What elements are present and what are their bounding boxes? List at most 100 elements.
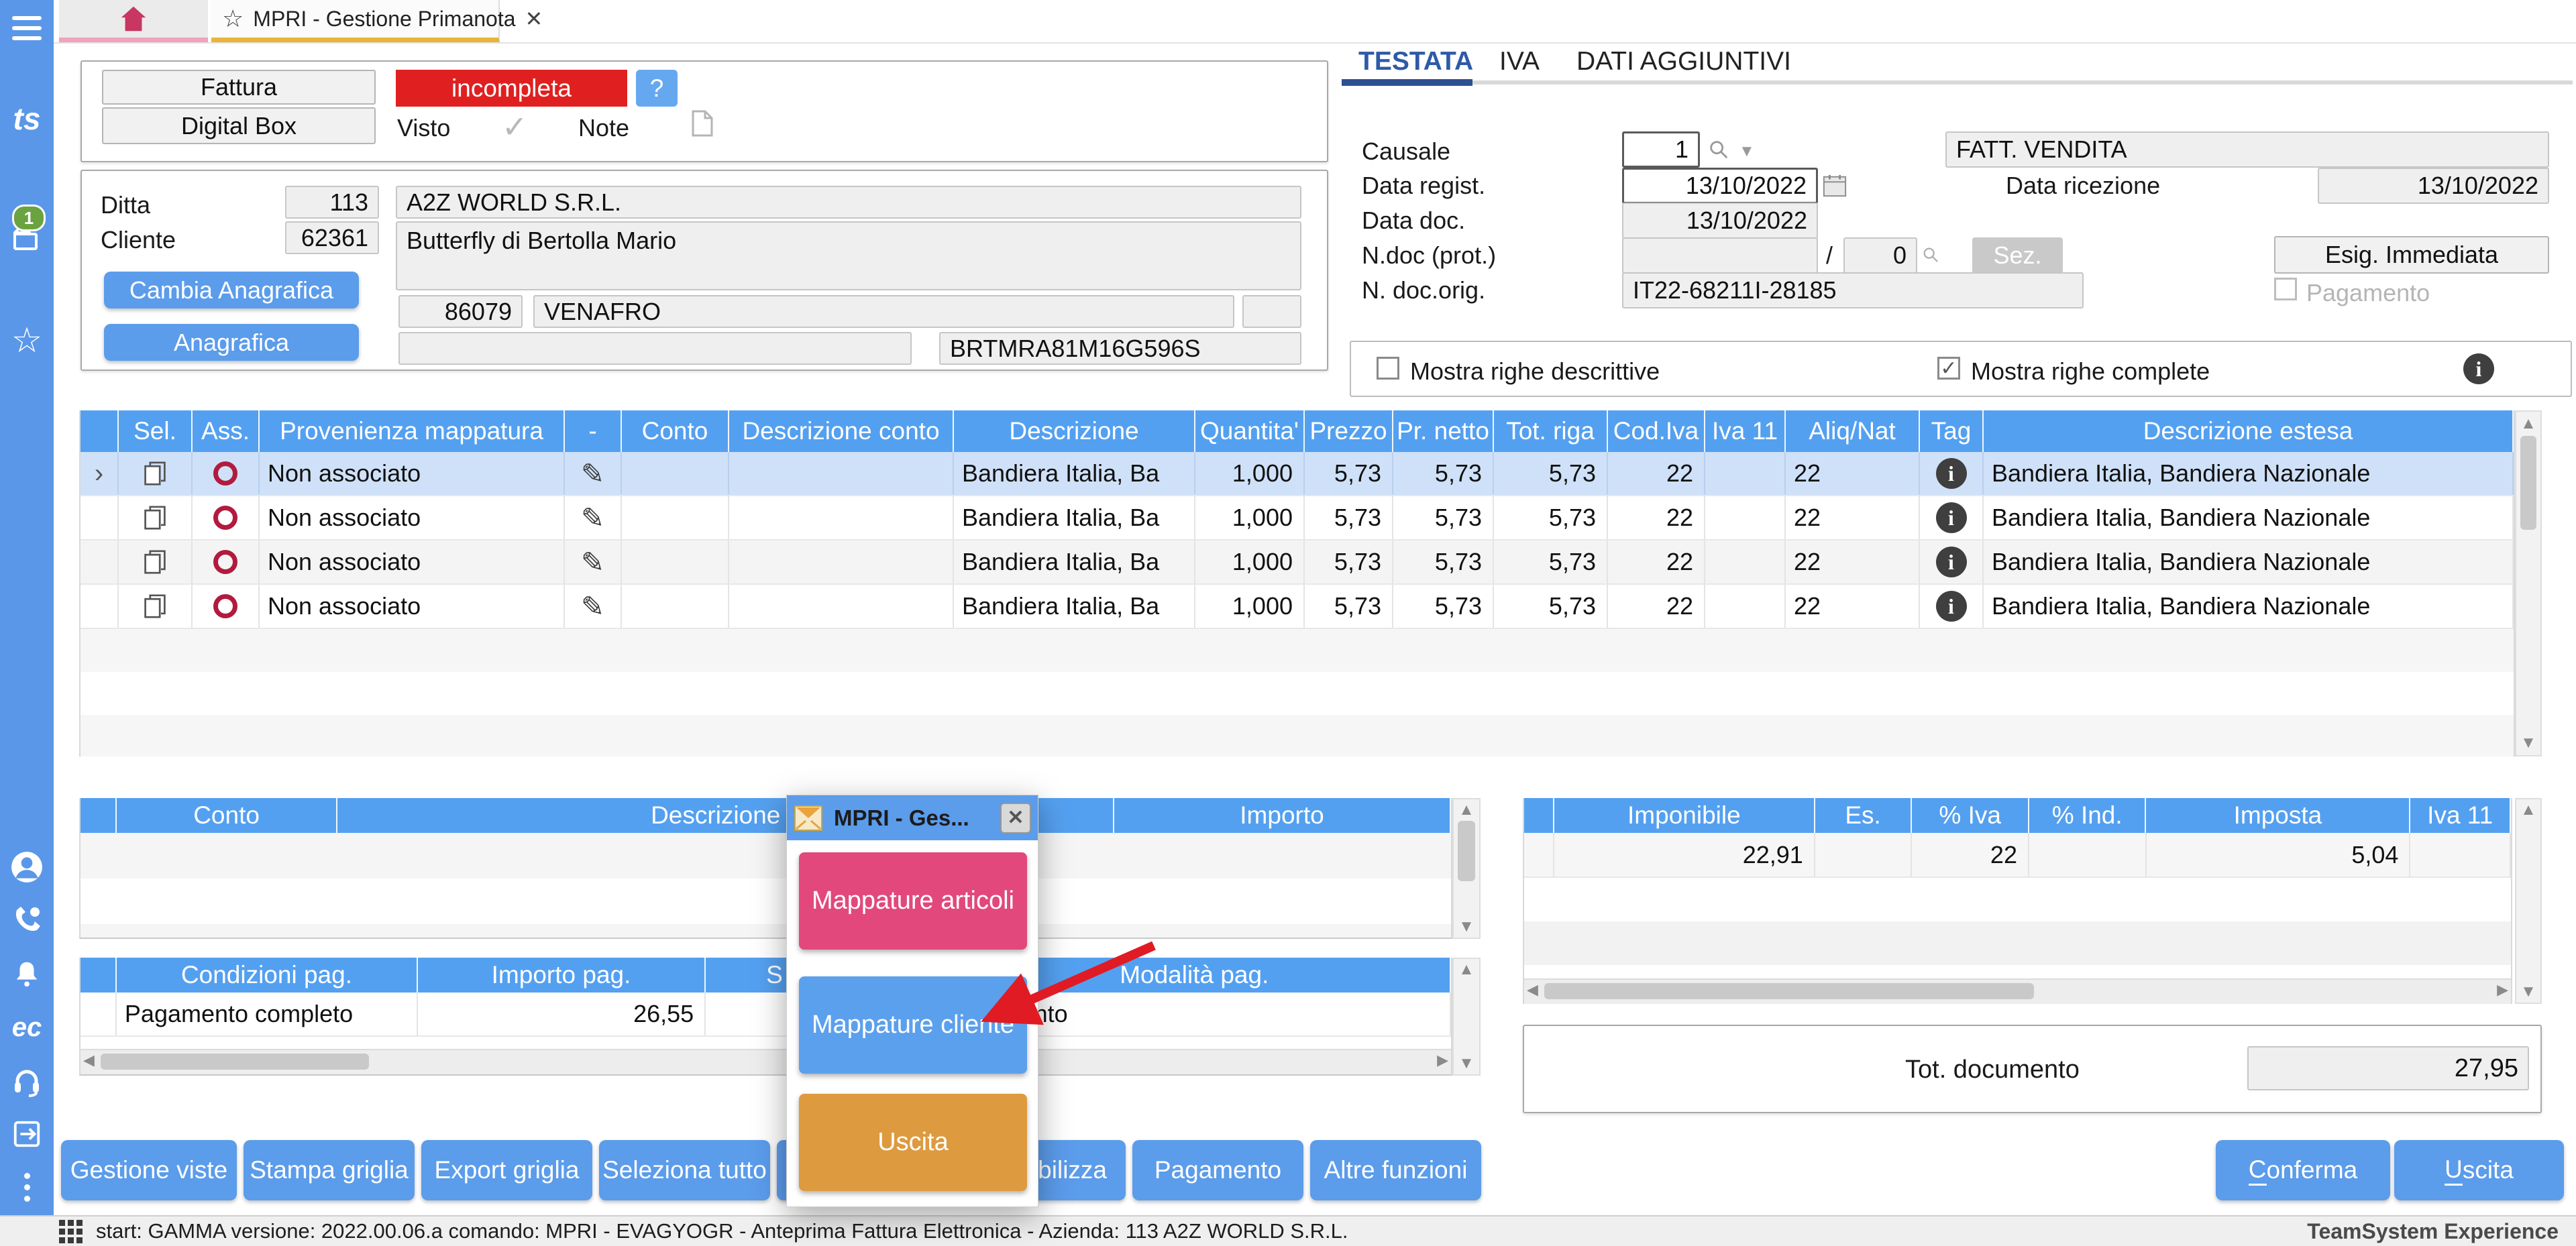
tag-info-icon[interactable]: i [1920, 496, 1984, 539]
causale-dropdown-icon[interactable]: ▼ [1739, 142, 1755, 161]
grid-info-icon[interactable]: i [2463, 353, 2494, 384]
cambia-anagrafica-button[interactable]: Cambia Anagrafica [104, 272, 359, 308]
data-ricezione-field[interactable]: 13/10/2022 [2318, 168, 2549, 204]
causale-search-icon[interactable] [1707, 138, 1730, 164]
support-headset-icon[interactable] [0, 1061, 54, 1101]
col-quantita[interactable]: Quantita' [1195, 410, 1305, 452]
col-perc-ind[interactable]: % Ind. [2029, 798, 2147, 833]
col-descrizione-estesa[interactable]: Descrizione estesa [1984, 410, 2514, 452]
export-griglia-button[interactable]: Export griglia [421, 1140, 592, 1200]
piva-field[interactable] [398, 332, 912, 365]
copy-icon[interactable] [119, 496, 193, 539]
teamsystem-logo-icon[interactable]: ts [0, 99, 54, 139]
col-descrizione-conto[interactable]: Descrizione conto [729, 410, 954, 452]
mappature-articoli-button[interactable]: Mappature articoli [799, 852, 1027, 950]
col-aliq-nat[interactable]: Aliq/Nat [1786, 410, 1920, 452]
pagamenti-vertical-scrollbar[interactable]: ▲▼ [1452, 958, 1481, 1076]
tag-info-icon[interactable]: i [1920, 452, 1984, 495]
conto-grid-vertical-scrollbar[interactable]: ▲▼ [1452, 798, 1481, 939]
col-sel[interactable]: Sel. [119, 410, 193, 452]
hamburger-menu-icon[interactable] [0, 8, 54, 48]
col-iva11[interactable]: Iva 11 [2410, 798, 2511, 833]
more-options-icon[interactable] [0, 1167, 54, 1207]
favorites-star-icon[interactable]: ☆ [0, 321, 54, 361]
col-provenienza[interactable]: Provenienza mappatura [260, 410, 565, 452]
iva-horizontal-scrollbar[interactable]: ◀▶ [1524, 978, 2511, 1004]
contact-phone-icon[interactable] [0, 900, 54, 940]
iva-row[interactable]: 22,91 22 5,04 [1524, 833, 2511, 878]
causale-input[interactable]: 1 [1622, 131, 1700, 168]
col-perc-iva[interactable]: % Iva [1912, 798, 2029, 833]
col-ass[interactable]: Ass. [193, 410, 260, 452]
col-tag[interactable]: Tag [1920, 410, 1984, 452]
col-iva11[interactable]: Iva 11 [1705, 410, 1786, 452]
help-button[interactable]: ? [636, 70, 678, 107]
popup-uscita-button[interactable]: Uscita [799, 1094, 1027, 1191]
tab-close-icon[interactable]: ✕ [525, 6, 543, 32]
ndoc-orig-field[interactable]: IT22-68211I-28185 [1622, 272, 2084, 308]
data-doc-field[interactable]: 13/10/2022 [1622, 203, 1818, 239]
sez-button[interactable]: Sez. [1972, 237, 2063, 274]
ndoc-num-field[interactable]: 0 [1843, 237, 1917, 274]
col-condizioni-pag[interactable]: Condizioni pag. [117, 958, 418, 993]
mappature-cliente-button[interactable]: Mappature cliente [799, 976, 1027, 1074]
edit-pencil-icon[interactable]: ✎ [565, 541, 622, 583]
ndoc-search-icon[interactable] [1921, 245, 1940, 268]
data-regist-calendar-icon[interactable] [1822, 173, 1847, 202]
ditta-name-field[interactable]: A2Z WORLD S.R.L. [396, 186, 1301, 219]
cliente-code-field[interactable]: 62361 [285, 221, 379, 254]
cliente-name-field[interactable]: Butterfly di Bertolla Mario [396, 221, 1301, 290]
main-grid-vertical-scrollbar[interactable]: ▲▼ [2515, 410, 2542, 756]
tag-info-icon[interactable]: i [1920, 585, 1984, 628]
copy-icon[interactable] [119, 585, 193, 628]
note-document-icon[interactable] [691, 109, 714, 141]
tag-info-icon[interactable]: i [1920, 541, 1984, 583]
app-grid-icon[interactable] [59, 1220, 83, 1243]
uscita-button[interactable]: Uscita [2394, 1140, 2564, 1200]
home-tab[interactable] [59, 0, 208, 42]
pagamento-button[interactable]: Pagamento [1132, 1140, 1303, 1200]
citta-field[interactable]: VENAFRO [533, 295, 1234, 328]
edit-pencil-icon[interactable]: ✎ [565, 496, 622, 539]
col-pr-netto[interactable]: Pr. netto [1393, 410, 1494, 452]
tab-testata[interactable]: TESTATA [1358, 47, 1473, 76]
edit-pencil-icon[interactable]: ✎ [565, 585, 622, 628]
digital-box-button[interactable]: Digital Box [102, 107, 376, 144]
tab-iva[interactable]: IVA [1499, 47, 1540, 76]
col-es[interactable]: Es. [1815, 798, 1913, 833]
fattura-button[interactable]: Fattura [102, 70, 376, 105]
col-tot-riga[interactable]: Tot. riga [1494, 410, 1608, 452]
mostra-righe-descrittive-checkbox[interactable] [1377, 357, 1399, 380]
col-prezzo[interactable]: Prezzo [1305, 410, 1393, 452]
ec-app-icon[interactable]: ec [0, 1007, 54, 1047]
documents-folder-icon[interactable]: 1 [0, 218, 54, 258]
grid-row[interactable]: Non associato ✎ Bandiera Italia, Ba 1,00… [80, 496, 2514, 541]
col-conto[interactable]: Conto [622, 410, 729, 452]
col-importo-pag[interactable]: Importo pag. [418, 958, 706, 993]
copy-icon[interactable] [119, 452, 193, 495]
provincia-field[interactable] [1242, 295, 1301, 328]
edit-pencil-icon[interactable]: ✎ [565, 452, 622, 495]
col-descrizione[interactable]: Descrizione [954, 410, 1195, 452]
mpri-popup-window[interactable]: MPRI - Ges... ✕ Mappature articoli Mappa… [786, 795, 1038, 1207]
popup-title-bar[interactable]: MPRI - Ges... ✕ [787, 795, 1038, 840]
ditta-code-field[interactable]: 113 [285, 186, 379, 219]
anagrafica-button[interactable]: Anagrafica [104, 324, 359, 361]
codice-fiscale-field[interactable]: BRTMRA81M16G596S [939, 332, 1301, 365]
popup-close-icon[interactable]: ✕ [1000, 803, 1031, 834]
stampa-griglia-button[interactable]: Stampa griglia [244, 1140, 415, 1200]
tab-mpri-gestione-primanota[interactable]: ☆ MPRI - Gestione Primanota ✕ [211, 0, 500, 42]
gestione-viste-button[interactable]: Gestione viste [61, 1140, 237, 1200]
iva-vertical-scrollbar[interactable]: ▲▼ [2515, 798, 2542, 1004]
data-regist-input[interactable]: 13/10/2022 [1622, 168, 1818, 204]
mostra-righe-complete-checkbox[interactable]: ✓ [1937, 357, 1960, 380]
seleziona-tutto-button[interactable]: Seleziona tutto [599, 1140, 770, 1200]
user-profile-icon[interactable] [0, 847, 54, 887]
col-conto[interactable]: Conto [117, 798, 337, 833]
tab-dati-aggiuntivi[interactable]: DATI AGGIUNTIVI [1576, 47, 1791, 76]
col-imponibile[interactable]: Imponibile [1554, 798, 1815, 833]
col-imposta[interactable]: Imposta [2146, 798, 2410, 833]
pagamento-row[interactable]: Pagamento completo 26,55 pagamento [80, 993, 1451, 1037]
logout-icon[interactable] [0, 1114, 54, 1154]
altre-funzioni-button[interactable]: Altre funzioni [1310, 1140, 1481, 1200]
